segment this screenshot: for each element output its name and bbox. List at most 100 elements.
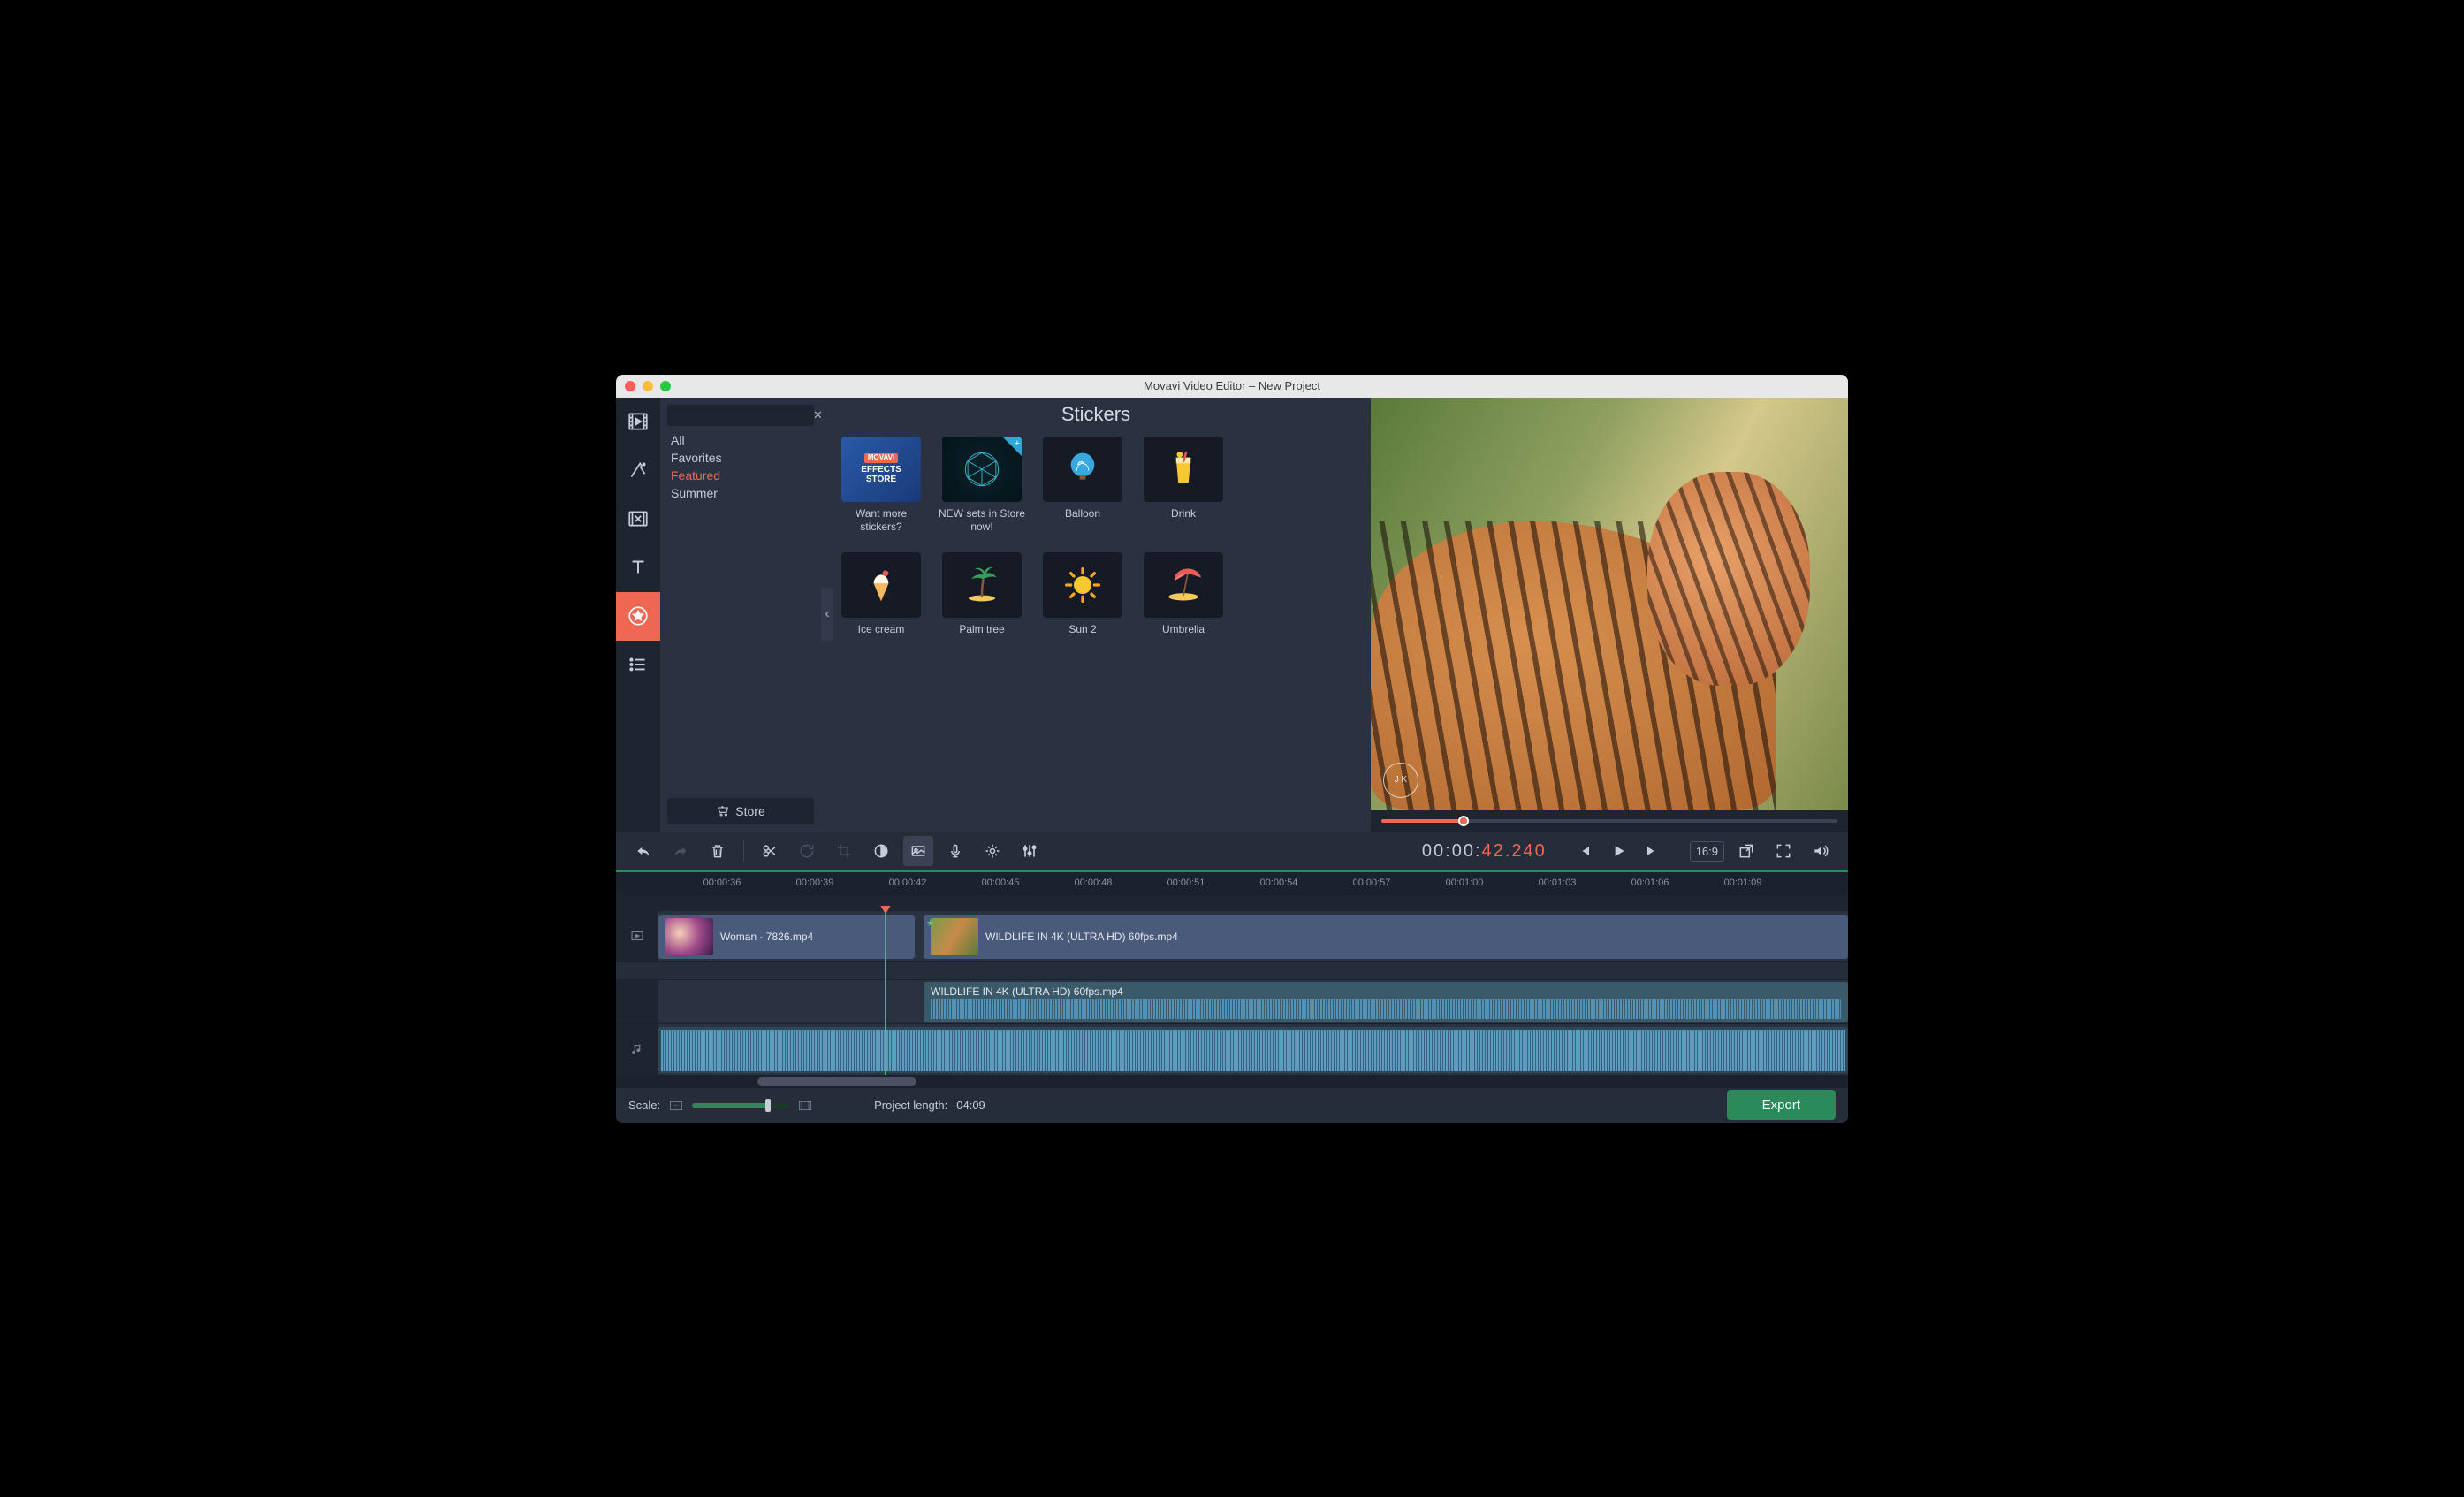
clip-wildlife[interactable]: ★ WILDLIFE IN 4K (ULTRA HD) 60fps.mp4	[924, 915, 1848, 959]
geo-thumb	[942, 437, 1022, 502]
music-track	[616, 1024, 1848, 1075]
project-length-value: 04:09	[956, 1098, 985, 1112]
rail-titles[interactable]	[616, 543, 660, 592]
clip-label: Woman - 7826.mp4	[720, 931, 813, 943]
seek-thumb[interactable]	[1458, 816, 1469, 826]
project-length-label: Project length:	[874, 1098, 947, 1112]
clip-label: WILDLIFE IN 4K (ULTRA HD) 60fps.mp4	[985, 931, 1178, 943]
tile-label: Palm tree	[959, 623, 1004, 650]
next-button[interactable]	[1637, 836, 1667, 866]
undo-button[interactable]	[628, 836, 658, 866]
tile-new-sets[interactable]: NEW sets in Store now!	[938, 437, 1026, 535]
tile-balloon[interactable]: Balloon	[1038, 437, 1127, 535]
music-track-body[interactable]	[658, 1024, 1848, 1075]
ruler-tick: 00:00:51	[1167, 878, 1205, 888]
equalizer-button[interactable]	[1015, 836, 1045, 866]
clip-props-button[interactable]	[977, 836, 1008, 866]
maximize-icon[interactable]	[660, 381, 671, 391]
cat-featured[interactable]: Featured	[667, 467, 814, 484]
rail-transitions[interactable]	[616, 495, 660, 543]
record-button[interactable]	[940, 836, 970, 866]
tile-sun[interactable]: Sun 2	[1038, 552, 1127, 650]
tile-icecream[interactable]: Ice cream	[837, 552, 925, 650]
tile-label: Want more stickers?	[837, 507, 925, 535]
clip-woman[interactable]: Woman - 7826.mp4	[658, 915, 915, 959]
left-rail	[616, 398, 660, 832]
delete-button[interactable]	[703, 836, 733, 866]
timeline: 00:00:36 00:00:39 00:00:42 00:00:45 00:0…	[616, 870, 1848, 1088]
preview-canvas[interactable]: J K	[1371, 398, 1848, 810]
rotate-button[interactable]	[792, 836, 822, 866]
watermark-icon: J K	[1383, 763, 1418, 798]
rail-filters[interactable]	[616, 446, 660, 495]
play-button[interactable]	[1603, 836, 1633, 866]
clear-search-icon[interactable]: ✕	[813, 408, 823, 422]
tile-label: Umbrella	[1162, 623, 1205, 650]
tile-store[interactable]: MOVAVIEFFECTSSTORE Want more stickers?	[837, 437, 925, 535]
zoom-in-icon[interactable]	[798, 1100, 812, 1111]
rail-stickers[interactable]	[616, 592, 660, 641]
cat-summer[interactable]: Summer	[667, 484, 814, 502]
store-button[interactable]: Store	[667, 798, 814, 824]
audio-track-body[interactable]: WILDLIFE IN 4K (ULTRA HD) 60fps.mp4	[658, 980, 1848, 1023]
tile-drink[interactable]: Drink	[1139, 437, 1228, 535]
cat-favorites[interactable]: Favorites	[667, 449, 814, 467]
crop-button[interactable]	[829, 836, 859, 866]
music-track-head[interactable]	[616, 1024, 658, 1075]
split-button[interactable]	[755, 836, 785, 866]
clip-thumb	[665, 918, 713, 955]
export-button[interactable]: Export	[1727, 1090, 1836, 1120]
tile-label: Drink	[1171, 507, 1196, 534]
tile-palmtree[interactable]: Palm tree	[938, 552, 1026, 650]
ruler-tick: 00:00:57	[1353, 878, 1391, 888]
close-icon[interactable]	[625, 381, 635, 391]
timeline-scrollbar[interactable]	[616, 1075, 1848, 1088]
tile-label: Sun 2	[1068, 623, 1096, 650]
color-button[interactable]	[866, 836, 896, 866]
ruler-tick: 00:00:48	[1075, 878, 1113, 888]
fullscreen-button[interactable]	[1768, 836, 1799, 866]
category-list: All Favorites Featured Summer	[667, 431, 814, 502]
ruler-tick: 00:00:42	[889, 878, 927, 888]
prev-button[interactable]	[1570, 836, 1600, 866]
timecode-orange: 42.240	[1482, 841, 1547, 862]
titlebar: Movavi Video Editor – New Project	[616, 375, 1848, 398]
ice-thumb	[841, 552, 921, 618]
scrollbar-thumb[interactable]	[757, 1077, 916, 1086]
aspect-ratio[interactable]: 16:9	[1690, 841, 1724, 862]
balloon-thumb	[1043, 437, 1122, 502]
seek-bar[interactable]	[1371, 810, 1848, 832]
rail-media[interactable]	[616, 398, 660, 446]
cat-all[interactable]: All	[667, 431, 814, 449]
scale-slider[interactable]	[692, 1103, 789, 1108]
tile-label: Ice cream	[858, 623, 905, 650]
video-track-head[interactable]	[616, 911, 658, 961]
tracks: Woman - 7826.mp4 ★ WILDLIFE IN 4K (ULTRA…	[616, 911, 1848, 1075]
minimize-icon[interactable]	[643, 381, 653, 391]
playback-controls	[1570, 836, 1667, 866]
collapse-panel-button[interactable]: ‹	[821, 588, 833, 641]
palm-thumb	[942, 552, 1022, 618]
umb-thumb	[1144, 552, 1223, 618]
timecode: 00:00:42.240	[1422, 841, 1547, 862]
video-track-body[interactable]: Woman - 7826.mp4 ★ WILDLIFE IN 4K (ULTRA…	[658, 911, 1848, 961]
main-area: ✕ All Favorites Featured Summer Store ‹ …	[616, 398, 1848, 832]
scale-thumb[interactable]	[765, 1099, 771, 1112]
zoom-out-icon[interactable]	[669, 1100, 683, 1111]
rail-more[interactable]	[616, 641, 660, 689]
wizard-button[interactable]	[903, 836, 933, 866]
clip-thumb	[931, 918, 978, 955]
redo-button[interactable]	[665, 836, 696, 866]
footer: Scale: Project length: 04:09 Export	[616, 1088, 1848, 1123]
timeline-ruler[interactable]: 00:00:36 00:00:39 00:00:42 00:00:45 00:0…	[616, 870, 1848, 895]
clip-audio[interactable]: WILDLIFE IN 4K (ULTRA HD) 60fps.mp4	[924, 982, 1848, 1022]
tile-umbrella[interactable]: Umbrella	[1139, 552, 1228, 650]
popout-button[interactable]	[1731, 836, 1761, 866]
category-panel: ✕ All Favorites Featured Summer Store ‹	[660, 398, 821, 832]
seek-track[interactable]	[1381, 819, 1837, 823]
clip-music[interactable]	[658, 1027, 1848, 1073]
search-input[interactable]	[676, 409, 813, 422]
volume-button[interactable]	[1806, 836, 1836, 866]
video-track: Woman - 7826.mp4 ★ WILDLIFE IN 4K (ULTRA…	[616, 911, 1848, 962]
toolbar: 00:00:42.240 16:9	[616, 832, 1848, 870]
